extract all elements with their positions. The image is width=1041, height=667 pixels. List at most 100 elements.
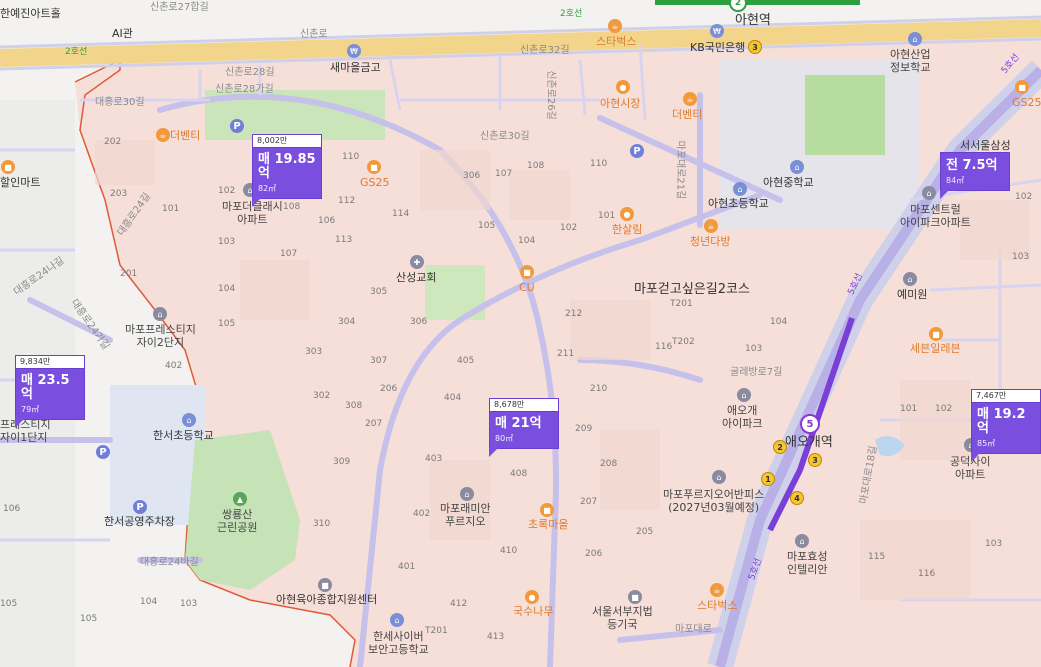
- poi-mapo-raemian[interactable]: 마포래미안 푸르지오: [440, 502, 491, 528]
- parking-icon: P: [133, 500, 147, 514]
- building-number: 110: [590, 159, 608, 169]
- building-number: 202: [104, 137, 122, 147]
- poi-theventi1[interactable]: 더벤티: [170, 130, 200, 141]
- building-number: 310: [313, 519, 331, 529]
- poi-ahyeon-child[interactable]: 아현육아종합지원센터: [276, 594, 377, 605]
- building-number: 401: [398, 562, 416, 572]
- poi-saemaul[interactable]: 새마을금고: [330, 62, 381, 73]
- cafe-icon: ☕: [156, 128, 170, 142]
- building-number: 105: [80, 614, 98, 624]
- building-number: 102: [1015, 192, 1033, 202]
- listing-area: 79㎡: [21, 405, 40, 414]
- building-number: 405: [457, 356, 475, 366]
- building-number: 101: [162, 204, 180, 214]
- building-number: 206: [585, 549, 603, 559]
- card-pointer: [15, 419, 24, 428]
- poi-kb[interactable]: KB국민은행: [690, 42, 745, 53]
- poi-ai[interactable]: AI관: [112, 28, 133, 39]
- store-icon: ■: [540, 503, 554, 517]
- parking-icon: P: [96, 445, 110, 459]
- poi-yemiwon[interactable]: 예미원: [897, 289, 927, 300]
- poi-chorok[interactable]: 초록마을: [528, 519, 568, 530]
- road-label: 굴레방로7길: [730, 367, 783, 378]
- poi-halin[interactable]: 할인마트: [0, 177, 40, 188]
- road-label: 대흥로30길: [95, 97, 145, 108]
- building-number: 304: [338, 317, 356, 327]
- poi-ahyeon-market[interactable]: 아현시장: [600, 98, 640, 109]
- parking-icon: P: [630, 144, 644, 158]
- listing-card[interactable]: 8,678만 매 21억 80㎡: [489, 398, 559, 457]
- card-pointer: [252, 198, 261, 207]
- building-number: 206: [380, 384, 398, 394]
- building-number: 403: [425, 454, 443, 464]
- station-ahyeon[interactable]: 아현역: [735, 14, 771, 27]
- building-number: 402: [165, 361, 183, 371]
- poi-sanseong[interactable]: 산성교회: [396, 272, 436, 283]
- card-pointer: [489, 448, 498, 457]
- building-number: 105: [478, 221, 496, 231]
- poi-theventi2[interactable]: 더벤티: [672, 109, 702, 120]
- apartment-icon: ⌂: [737, 388, 751, 402]
- store-icon: ■: [367, 160, 381, 174]
- building-number: 309: [333, 457, 351, 467]
- apartment-icon: ⌂: [460, 487, 474, 501]
- poi-starbucks1[interactable]: 스타벅스: [596, 36, 636, 47]
- poi-yeseong[interactable]: 한예진아트홀: [0, 8, 61, 19]
- poi-gs25a[interactable]: GS25: [360, 177, 390, 188]
- poi-guksunamu[interactable]: 국수나무: [513, 606, 553, 617]
- building-number: 116: [918, 569, 936, 579]
- station-aeogae[interactable]: 애오개역: [785, 436, 833, 449]
- poi-cheongnyeon[interactable]: 청년다방: [690, 236, 730, 247]
- poi-ahyeon-elem[interactable]: 아현초등학교: [708, 198, 769, 209]
- building-number: 303: [305, 347, 323, 357]
- listing-card[interactable]: 9,834만 매 23.5억 79㎡: [15, 355, 85, 428]
- poi-hanseo-elem[interactable]: 한서초등학교: [153, 430, 214, 441]
- line5-station-icon[interactable]: 5: [800, 414, 820, 434]
- poi-mapo-prestige1[interactable]: 프레스티지 자이1단지: [0, 418, 51, 444]
- food-icon: ●: [525, 590, 539, 604]
- store-icon: ■: [1, 160, 15, 174]
- poi-mapo-prestige[interactable]: 마포프레스티지 자이2단지: [125, 323, 196, 349]
- map-canvas[interactable]: 신촌로27합길 신촌로 신촌로28길 신촌로28가길 신촌로32길 신촌로30길…: [0, 0, 1041, 667]
- cafe-icon: ☕: [608, 19, 622, 33]
- road-label: 신촌로28가길: [215, 84, 274, 95]
- building-number: 302: [313, 391, 331, 401]
- listing-card[interactable]: 7,467만 매 19.2억 85㎡: [971, 389, 1041, 462]
- building-number: 102: [218, 186, 236, 196]
- building-number: 404: [444, 393, 462, 403]
- poi-aeogae-ipark[interactable]: 애오개 아이파크: [722, 404, 762, 430]
- poi-gs25b[interactable]: GS25: [1012, 97, 1041, 108]
- poi-ahyeon-industrial[interactable]: 아현산업 정보학교: [890, 48, 930, 74]
- building-number: 212: [565, 309, 583, 319]
- exit-number: 4: [790, 491, 804, 505]
- listing-area: 85㎡: [977, 439, 996, 448]
- poi-hanseo-park[interactable]: 한서공영주차장: [104, 516, 175, 527]
- building-number: T202: [672, 337, 695, 347]
- building-number: 208: [600, 459, 618, 469]
- building-number: 107: [495, 169, 513, 179]
- listing-price: 매 23.5억: [21, 373, 70, 402]
- poi-cu[interactable]: CU: [519, 282, 535, 293]
- poi-mapo-central[interactable]: 마포센트럴 아이파크아파트: [900, 203, 971, 229]
- poi-seoul-samsung[interactable]: 서서울삼성: [960, 140, 1011, 151]
- poi-ssangyong[interactable]: 쌍룡산 근린공원: [217, 508, 257, 534]
- building-number: T201: [425, 626, 448, 636]
- poi-starbucks2[interactable]: 스타벅스: [697, 600, 737, 611]
- listing-card[interactable]: 전 7.5억 84㎡: [940, 152, 1010, 199]
- poi-seoul-court[interactable]: 서울서부지법 등기국: [592, 605, 653, 631]
- poi-seven[interactable]: 세븐일레븐: [910, 343, 961, 354]
- poi-hansalim[interactable]: 한살림: [612, 224, 642, 235]
- apartment-icon: ⌂: [922, 186, 936, 200]
- building-number: 108: [527, 161, 545, 171]
- school-icon: ⌂: [733, 182, 747, 196]
- poi-mapo-prugio[interactable]: 마포푸르지오어반피스 (2027년03월예정): [663, 488, 764, 514]
- poi-ahyeon-middle[interactable]: 아현중학교: [763, 177, 814, 188]
- listing-area: 82㎡: [258, 184, 277, 193]
- cafe-icon: ☕: [704, 219, 718, 233]
- building-number: 101: [900, 404, 918, 414]
- building-number: 106: [3, 504, 21, 514]
- listing-card[interactable]: 8,002만 매 19.85억 82㎡: [252, 134, 322, 207]
- poi-hanseo-high[interactable]: 한세사이버 보안고등학교: [368, 630, 429, 656]
- listing-price: 매 19.2억: [977, 407, 1026, 436]
- poi-mapo-hyoseong[interactable]: 마포효성 인텔리안: [787, 550, 827, 576]
